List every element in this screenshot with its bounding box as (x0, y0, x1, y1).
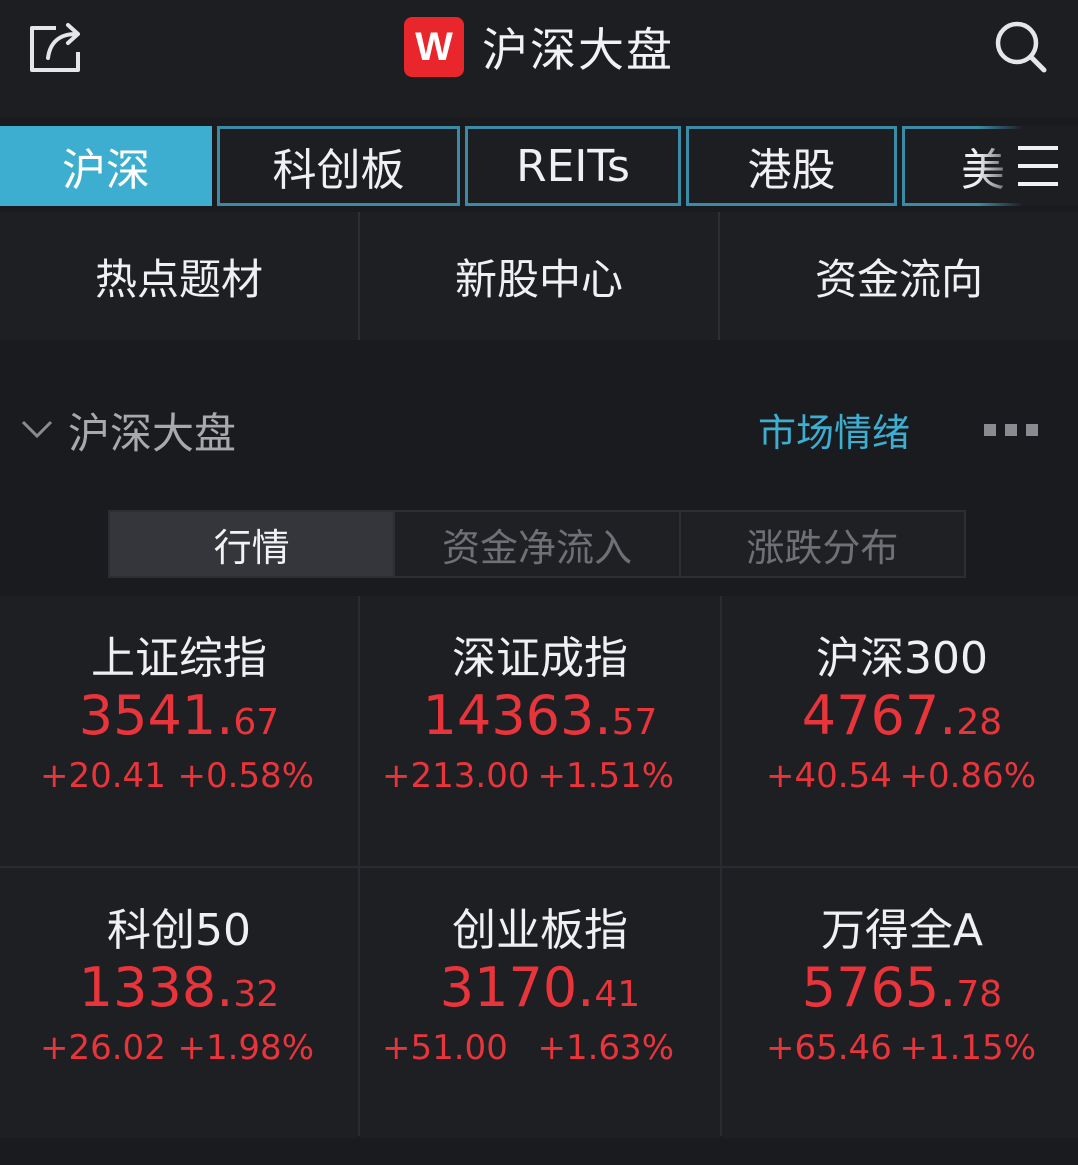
index-price: 4767.28 (722, 684, 1078, 747)
tab-star-market[interactable]: 科创板 (217, 126, 460, 206)
index-card-wind-all-a[interactable]: 万得全A 5765.78 +65.46 +1.15% (722, 868, 1078, 1138)
quick-links: 热点题材 新股中心 资金流向 (0, 212, 1078, 340)
index-card-chinext[interactable]: 创业板指 3170.41 +51.00 +1.63% (360, 868, 720, 1138)
wind-logo: W (404, 17, 464, 77)
segment-quotes[interactable]: 行情 (110, 512, 396, 576)
index-name: 创业板指 (452, 905, 628, 956)
price-decimal: 32 (233, 974, 280, 1015)
quick-link-hot-topics[interactable]: 热点题材 (0, 212, 360, 340)
index-name: 深证成指 (452, 633, 628, 684)
index-change-percent: +1.63% (537, 1028, 675, 1068)
index-price: 3541.67 (0, 684, 358, 747)
price-decimal: 78 (956, 974, 1003, 1015)
market-sentiment-link[interactable]: 市场情绪 (758, 402, 910, 457)
index-price: 5765.78 (722, 956, 1078, 1019)
index-card-csi300[interactable]: 沪深300 4767.28 +40.54 +0.86% (722, 596, 1078, 866)
index-name: 万得全A (820, 905, 984, 956)
title-group: W 沪深大盘 (0, 14, 1078, 80)
index-price: 1338.32 (0, 956, 358, 1019)
price-decimal: 67 (233, 702, 280, 743)
tab-hk-stocks[interactable]: 港股 (686, 126, 897, 206)
index-change: +20.41 (40, 756, 166, 796)
price-integer: 14363. (422, 684, 612, 747)
index-change: +213.00 (382, 756, 530, 796)
price-integer: 1338. (78, 956, 234, 1019)
price-integer: 3170. (439, 956, 595, 1019)
chevron-down-icon[interactable] (20, 418, 54, 442)
view-segmented-control: 行情 资金净流入 涨跌分布 (108, 510, 966, 578)
index-name: 科创50 (107, 905, 251, 956)
index-name: 上证综指 (91, 633, 267, 684)
search-icon[interactable] (992, 18, 1050, 76)
index-card-sse-composite[interactable]: 上证综指 3541.67 +20.41 +0.58% (0, 596, 358, 866)
quick-link-ipo-center[interactable]: 新股中心 (360, 212, 720, 340)
index-change: +51.00 (382, 1028, 508, 1068)
section-title[interactable]: 沪深大盘 (68, 400, 236, 461)
index-name: 沪深300 (816, 633, 988, 684)
price-integer: 4767. (801, 684, 957, 747)
section-header: 沪深大盘 市场情绪 (0, 392, 1078, 472)
more-dot (984, 424, 996, 436)
quick-link-fund-flow[interactable]: 资金流向 (720, 212, 1078, 340)
index-change: +40.54 (766, 756, 892, 796)
tab-reits[interactable]: REITs (465, 126, 681, 206)
price-integer: 3541. (78, 684, 234, 747)
tab-hushen[interactable]: 沪深 (0, 126, 212, 206)
index-card-star50[interactable]: 科创50 1338.32 +26.02 +1.98% (0, 868, 358, 1138)
app-header: W 沪深大盘 (0, 0, 1078, 118)
index-card-szse-component[interactable]: 深证成指 14363.57 +213.00 +1.51% (360, 596, 720, 866)
price-decimal: 28 (956, 702, 1003, 743)
index-price: 14363.57 (360, 684, 720, 747)
more-dot (1005, 424, 1017, 436)
index-change-percent: +1.51% (537, 756, 675, 796)
index-change: +26.02 (40, 1028, 166, 1068)
segment-net-inflow[interactable]: 资金净流入 (395, 512, 681, 576)
price-integer: 5765. (801, 956, 957, 1019)
index-grid: 上证综指 3541.67 +20.41 +0.58% 深证成指 14363.57… (0, 596, 1078, 1138)
index-change: +65.46 (766, 1028, 892, 1068)
index-change-percent: +1.98% (177, 1028, 315, 1068)
index-change-percent: +0.58% (177, 756, 315, 796)
more-icon[interactable] (984, 418, 1042, 438)
more-dot (1026, 424, 1038, 436)
page-title: 沪深大盘 (482, 23, 674, 77)
price-decimal: 41 (594, 974, 641, 1015)
index-change-percent: +1.15% (899, 1028, 1037, 1068)
segment-advance-decline[interactable]: 涨跌分布 (681, 512, 964, 576)
menu-icon[interactable] (1016, 142, 1060, 190)
index-price: 3170.41 (360, 956, 720, 1019)
price-decimal: 57 (611, 702, 658, 743)
market-tabs: 沪深 科创板 REITs 港股 美 (0, 126, 1078, 206)
index-change-percent: +0.86% (899, 756, 1037, 796)
